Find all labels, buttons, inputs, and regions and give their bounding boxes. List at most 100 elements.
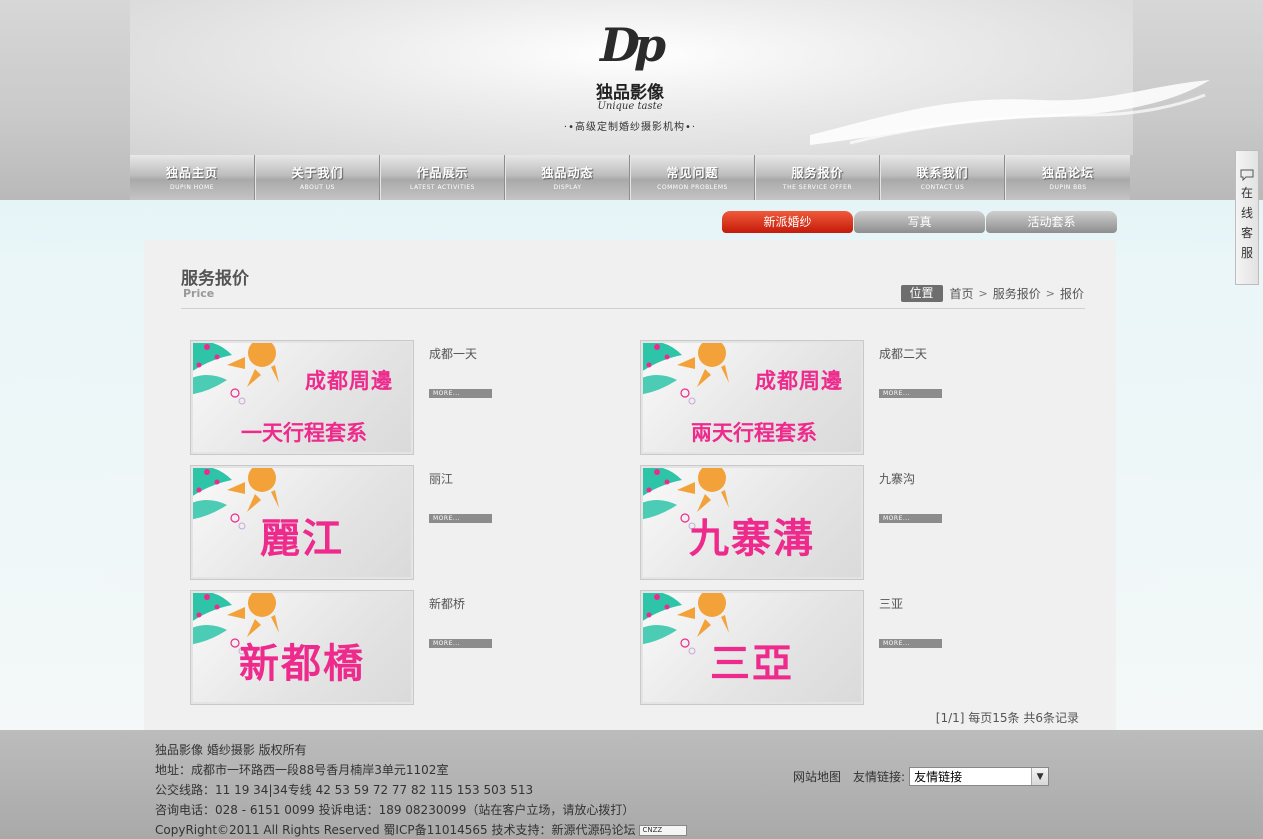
online-service-tab[interactable]: 在线客服 (1235, 150, 1259, 285)
flower-decoration-icon (193, 343, 279, 405)
friend-links-selected: 友情链接 (914, 770, 963, 784)
thumbnail-image: 新都橋 (193, 593, 411, 702)
price-thumbnail[interactable]: 麗江 (190, 465, 414, 580)
thumb-text: 三亞 (710, 641, 794, 687)
sitemap-link[interactable]: 网站地图 (793, 768, 841, 785)
nav-item-sublabel: DISPLAY (553, 184, 582, 191)
thumbnail-image: 成都周邊兩天行程套系 (643, 343, 861, 452)
nav-item-sublabel: COMMON PROBLEMS (657, 184, 728, 191)
sub-tabs: 新派婚纱 写真 活动套系 (722, 211, 1118, 233)
thumb-text: 九寨溝 (689, 516, 815, 562)
breadcrumb-price[interactable]: 报价 (1060, 285, 1084, 302)
nav-item-6[interactable]: 联系我们 CONTACT US (880, 155, 1005, 200)
nav-item-sublabel: CONTACT US (920, 184, 965, 191)
nav-item-label: 独品论坛 (1041, 166, 1094, 180)
flower-decoration-icon (643, 343, 729, 405)
nav-item-sublabel: DUPIN BBS (1049, 184, 1087, 191)
brand-name-en: Unique taste (597, 101, 663, 112)
thumb-text-line2: 兩天行程套系 (691, 421, 817, 445)
nav-item-sublabel: ABOUT US (299, 184, 335, 191)
price-thumbnail[interactable]: 九寨溝 (640, 465, 864, 580)
price-thumbnail[interactable]: 成都周邊一天行程套系 (190, 340, 414, 455)
tab-portrait[interactable]: 写真 (854, 211, 985, 233)
breadcrumb-tag: 位置 (900, 285, 943, 302)
price-item-title[interactable]: 成都一天 (429, 345, 477, 362)
nav-item-sublabel: DUPIN HOME (170, 184, 214, 191)
breadcrumb-home[interactable]: 首页 (950, 285, 974, 302)
breadcrumb: 位置 首页 > 服务报价 > 报价 (900, 285, 1084, 302)
thumb-text-line1: 成都周邊 (755, 369, 843, 393)
footer-address: 地址：成都市一环路西一段88号香月楠岸3单元1102室 (155, 763, 449, 777)
nav-item-label: 服务报价 (791, 166, 844, 180)
nav-item-sublabel: THE SERVICE OFFER (782, 184, 853, 191)
footer-info: 独品影像 婚纱摄影 版权所有 地址：成都市一环路西一段88号香月楠岸3单元110… (155, 740, 688, 839)
footer: 独品影像 婚纱摄影 版权所有 地址：成都市一环路西一段88号香月楠岸3单元110… (0, 730, 1263, 839)
cnzz-badge-icon[interactable]: CNZZ (639, 825, 688, 836)
nav-item-sublabel: LATEST ACTIVITIES (410, 184, 475, 191)
title-divider (181, 308, 1085, 309)
price-item: 麗江 丽江 MORE... (190, 465, 640, 580)
main-nav: 独品主页 DUPIN HOME 关于我们 ABOUT US 作品展示 LATEST ACT… (130, 155, 1130, 200)
nav-item-label: 作品展示 (416, 166, 469, 180)
chevron-down-icon[interactable]: ▼ (1031, 768, 1049, 785)
price-item-title[interactable]: 成都二天 (879, 345, 927, 362)
nav-item-0[interactable]: 独品主页 DUPIN HOME (130, 155, 255, 200)
swoosh-decoration (810, 80, 1210, 145)
price-item: 新都橋 新都桥 MORE... (190, 590, 640, 705)
breadcrumb-service[interactable]: 服务报价 (993, 285, 1041, 302)
thumb-text: 麗江 (260, 516, 344, 562)
more-button[interactable]: MORE... (879, 389, 942, 398)
friend-links-select[interactable]: 友情链接 ▼ (909, 767, 1050, 786)
brand-name: 独品影像 (596, 83, 664, 103)
more-button[interactable]: MORE... (429, 389, 492, 398)
thumbnail-image: 九寨溝 (643, 468, 861, 577)
pagination-info: [1/1] 每页15条 共6条记录 (935, 711, 1079, 725)
chat-bubble-icon (1240, 169, 1254, 181)
breadcrumb-separator: > (1045, 287, 1055, 300)
price-item-title[interactable]: 丽江 (429, 470, 453, 487)
logo[interactable]: Dp 独品影像 Unique taste ·•高级定制婚纱摄影机构•· (555, 10, 705, 140)
price-item: 成都周邊 一天行程套系 成都一天 MORE... (190, 340, 640, 455)
price-thumbnail[interactable]: 新都橋 (190, 590, 414, 705)
price-item-title[interactable]: 九寨沟 (879, 470, 915, 487)
more-button[interactable]: MORE... (879, 514, 942, 523)
price-item: 九寨溝 九寨沟 MORE... (640, 465, 1090, 580)
brand-slogan: ·•高级定制婚纱摄影机构•· (563, 122, 697, 133)
nav-item-3[interactable]: 独品动态 DISPLAY (505, 155, 630, 200)
breadcrumb-separator: > (978, 287, 988, 300)
nav-item-5[interactable]: 服务报价 THE SERVICE OFFER (755, 155, 880, 200)
thumb-text-line1: 成都周邊 (305, 369, 393, 393)
footer-copyright-line: CopyRight©2011 All Rights Reserved 蜀ICP备… (155, 820, 688, 839)
tab-new-wedding[interactable]: 新派婚纱 (722, 211, 853, 233)
logo-mark: Dp (599, 18, 666, 72)
nav-item-label: 独品动态 (541, 166, 594, 180)
footer-copyright-text: CopyRight©2011 All Rights Reserved 蜀ICP备… (155, 823, 636, 837)
price-item-title[interactable]: 新都桥 (429, 595, 465, 612)
price-item: 成都周邊兩天行程套系 成都二天 MORE... (640, 340, 1090, 455)
nav-item-2[interactable]: 作品展示 LATEST ACTIVITIES (380, 155, 505, 200)
price-item: 三亞 三亚 MORE... (640, 590, 1090, 705)
footer-copyright-owner: 独品影像 婚纱摄影 版权所有 (155, 743, 307, 757)
price-item-title[interactable]: 三亚 (879, 595, 903, 612)
footer-phone: 咨询电话：028 - 6151 0099 投诉电话：189 08230099（站… (155, 803, 635, 817)
page-subtitle: Price (183, 287, 215, 300)
main-panel: 服务报价 Price 位置 首页 > 服务报价 > 报价 成都周邊 一天行程套系成… (144, 240, 1116, 730)
friend-links-label: 友情链接: (853, 770, 906, 784)
nav-item-7[interactable]: 独品论坛 DUPIN BBS (1005, 155, 1130, 200)
price-thumbnail[interactable]: 成都周邊兩天行程套系 (640, 340, 864, 455)
nav-item-label: 关于我们 (291, 166, 344, 180)
nav-item-label: 独品主页 (165, 166, 218, 180)
more-button[interactable]: MORE... (429, 639, 492, 648)
thumb-text: 新都橋 (239, 641, 365, 687)
tab-activity-package[interactable]: 活动套系 (986, 211, 1117, 233)
nav-item-4[interactable]: 常见问题 COMMON PROBLEMS (630, 155, 755, 200)
nav-item-label: 常见问题 (666, 166, 719, 180)
thumb-text-line2: 一天行程套系 (241, 421, 367, 445)
more-button[interactable]: MORE... (429, 514, 492, 523)
price-thumbnail[interactable]: 三亞 (640, 590, 864, 705)
footer-links: 网站地图 友情链接: 友情链接 ▼ (793, 767, 1050, 786)
thumbnail-image: 麗江 (193, 468, 411, 577)
more-button[interactable]: MORE... (879, 639, 942, 648)
nav-item-1[interactable]: 关于我们 ABOUT US (255, 155, 380, 200)
footer-bus-routes: 公交线路：11 19 34|34专线 42 53 59 72 77 82 115… (155, 783, 534, 797)
